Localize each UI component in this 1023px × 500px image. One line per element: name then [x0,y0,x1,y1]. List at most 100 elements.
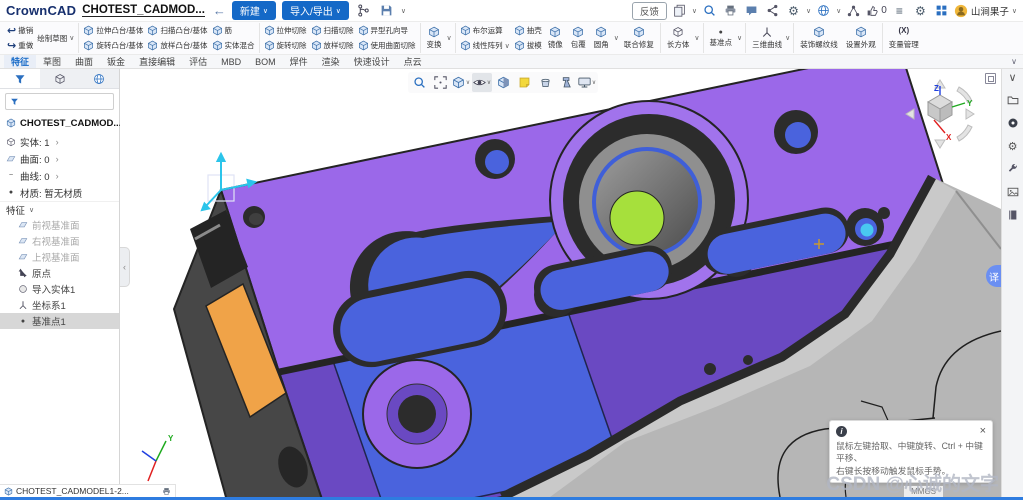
feature-front-plane[interactable]: 前视基准面 [0,217,119,233]
tab-mbd[interactable]: MBD [214,55,248,68]
tree-material[interactable]: ● 材质: 暂无材质 [0,184,119,201]
image-icon[interactable] [1005,185,1021,199]
tab-display-manager[interactable] [40,69,80,88]
tree-root[interactable]: CHOTEST_CADMOD... [0,113,121,133]
wrench-icon[interactable] [1005,162,1021,176]
tool-cosmetic-thread[interactable]: 装饰螺纹线 [797,26,841,50]
tool-3d-curve[interactable]: 三维曲线 [749,26,785,50]
version-branch-icon[interactable] [355,2,372,19]
tool-extrude-cut[interactable]: 拉伸切除 [263,24,308,38]
view-orientation-button[interactable]: ∨ [451,73,471,92]
tree-filter-input[interactable] [22,96,109,107]
tree-section-features[interactable]: 特征 ∨ [0,201,119,217]
save-chevron-icon[interactable]: ∨ [401,7,406,15]
tab-evaluate[interactable]: 评估 [182,55,214,68]
gear-icon[interactable]: ⚙ [1005,139,1021,153]
tool-extrude-boss[interactable]: 拉伸凸台/基体 [82,24,144,38]
tool-boolean[interactable]: 布尔运算 [459,24,511,38]
undo-button[interactable]: ↩ 撤销 [6,24,34,38]
cube-faces[interactable] [927,94,953,123]
chevron-down-icon[interactable]: ∨ [614,34,619,42]
bore-bottom-green-face[interactable] [609,190,665,246]
popout-icon[interactable] [985,73,996,84]
tab-pointcloud[interactable]: 点云 [397,55,429,68]
panel-collapse-icon[interactable]: ∨ [1005,70,1021,84]
feature-right-plane[interactable]: 右视基准面 [0,233,119,249]
back-arrow-icon[interactable]: ← [213,3,226,18]
tool-datum-point[interactable]: ● 基准点 [707,29,736,48]
copy-design-icon[interactable] [671,2,688,19]
feature-imported-solid[interactable]: 导入实体1 [0,281,119,297]
user-menu[interactable]: 山涧果子 ∨ [954,4,1017,18]
tab-bom[interactable]: BOM [248,55,283,68]
chevron-down-icon[interactable]: ∨ [447,34,452,42]
tab-feature-manager[interactable] [0,69,40,88]
tool-combine-repair[interactable]: 联合修复 [621,26,657,50]
visibility-button[interactable]: ∨ [472,73,492,92]
tree-surfaces[interactable]: 曲面: 0 › [0,150,119,167]
feature-coordinate-system[interactable]: 坐标系1 [0,297,119,313]
chevron-down-icon[interactable]: ∨ [806,7,811,15]
feature-top-plane[interactable]: 上视基准面 [0,249,119,265]
display-settings-button[interactable]: ∨ [577,73,597,92]
feature-datum-point[interactable]: ● 基准点1 [0,313,119,329]
menu-list-icon[interactable]: ≡ [891,2,908,19]
tool-sweep-cut[interactable]: 扫描切除 [310,24,355,38]
tool-wrap[interactable]: 包覆 [568,26,589,50]
tool-cuboid[interactable]: 长方体 [664,26,693,50]
feedback-button[interactable]: 反馈 [631,1,667,20]
library-book-icon[interactable] [1005,208,1021,222]
close-icon[interactable]: × [980,424,986,439]
tool-loft-boss[interactable]: 放样凸台/基体 [146,39,208,53]
tab-render[interactable]: 渲染 [315,55,347,68]
tree-curves[interactable]: ~ 曲线: 0 › [0,167,119,184]
folder-icon[interactable] [1005,93,1021,107]
navigation-cube[interactable]: Z Y X [901,79,979,149]
tool-solid-blend[interactable]: 实体混合 [211,39,256,53]
share-icon[interactable] [764,2,781,19]
language-globe-icon[interactable] [815,2,832,19]
tool-sweep-boss[interactable]: 扫描凸台/基体 [146,24,208,38]
redo-button[interactable]: ↪ 重做 [6,39,34,53]
sketch-button[interactable]: 绘制草图 ∨ [36,31,75,45]
preferences-gear-icon[interactable]: ⚙ [912,2,929,19]
tab-direct-edit[interactable]: 直接编辑 [132,55,182,68]
sidebar-collapse-handle[interactable]: ‹ [120,247,130,287]
section-view-button[interactable] [493,73,513,92]
chevron-down-icon[interactable]: ∨ [694,34,699,42]
tool-set-appearance[interactable]: 设置外观 [843,26,879,50]
units-badge[interactable]: MMGS [904,486,943,497]
comment-icon[interactable] [743,2,760,19]
ribbon-collapse-icon[interactable]: ∨ [1011,57,1017,66]
tab-quick-design[interactable]: 快速设计 [347,55,397,68]
tab-weldment[interactable]: 焊件 [283,55,315,68]
tab-features[interactable]: 特征 [4,55,37,68]
import-export-button[interactable]: 导入/导出 ∨ [282,1,349,20]
tab-surface[interactable]: 曲面 [68,55,100,68]
print-icon[interactable] [722,2,739,19]
tool-shell[interactable]: 抽壳 [513,24,543,38]
tool-fillet[interactable]: 圆角 [591,26,612,50]
tool-revolve-boss[interactable]: 旋转凸台/基体 [82,39,144,53]
chevron-down-icon[interactable]: ∨ [785,34,790,42]
tree-solids[interactable]: 实体: 1 › [0,133,119,150]
tab-resource-manager[interactable] [79,69,119,88]
zoom-fit-button[interactable] [430,73,450,92]
feature-origin[interactable]: 原点 [0,265,119,281]
tool-hole-wizard[interactable]: 异型孔向导 [357,24,417,38]
appearance-note-button[interactable] [514,73,534,92]
like-button[interactable]: 0 [866,4,887,17]
tool-linear-pattern[interactable]: 线性阵列 ∨ [459,39,511,53]
tool-mirror[interactable]: 镜像 [545,26,566,50]
tab-sheetmetal[interactable]: 钣金 [100,55,132,68]
graphics-viewport[interactable]: Y X ∨ ∨ ∨ ‹ [120,69,1001,497]
tool-draft[interactable]: 拔模 [513,39,543,53]
search-icon[interactable] [701,2,718,19]
chevron-down-icon[interactable]: ∨ [836,7,841,15]
tab-sketch[interactable]: 草图 [36,55,68,68]
document-tab[interactable]: CHOTEST_CADMODEL1-2... [0,484,176,497]
workflow-nodes-icon[interactable] [845,2,862,19]
zoom-button[interactable] [409,73,429,92]
save-icon[interactable] [378,2,395,19]
settings-gear-icon[interactable]: ⚙ [785,2,802,19]
